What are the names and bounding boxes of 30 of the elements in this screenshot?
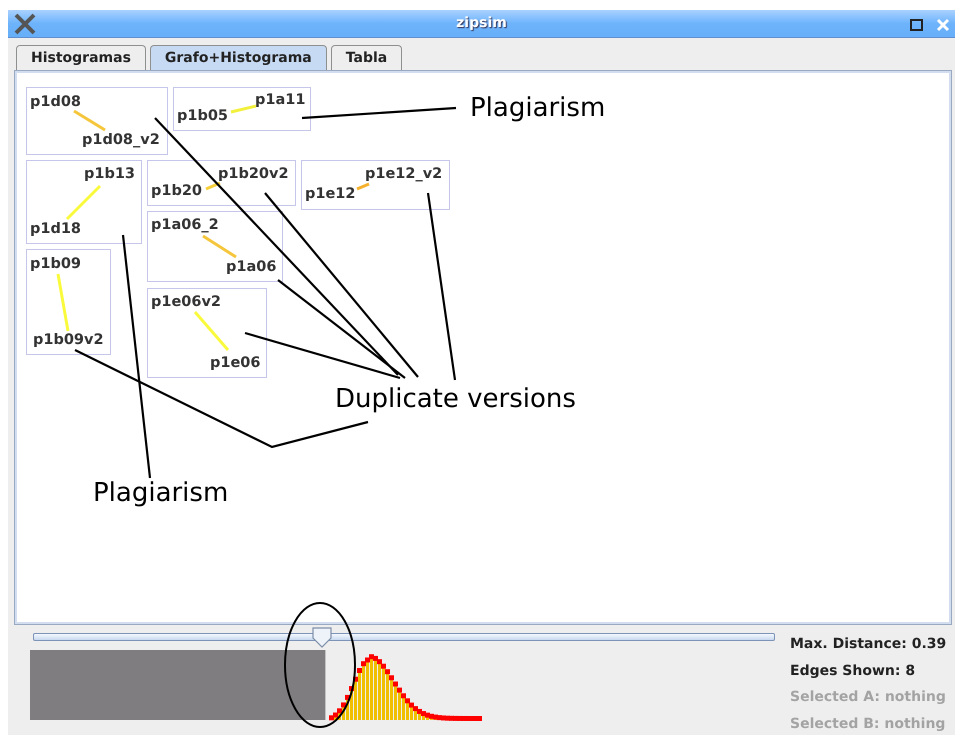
close-icon[interactable] [936,18,950,32]
node-label[interactable]: p1e06 [210,356,260,370]
node-label[interactable]: p1b05 [177,109,228,124]
tab[interactable]: Tabla [330,45,402,70]
annotation-label: Duplicate versions [335,386,576,412]
tab[interactable]: Grafo+Histograma [150,45,327,70]
node-label[interactable]: p1d08 [30,95,82,110]
status-text: Max. Distance: 0.39 [790,635,946,654]
annotation-label: Plagiarism [93,480,228,506]
maximize-icon[interactable] [910,19,923,31]
node-label[interactable]: p1d08_v2 [82,133,160,148]
status-text: Selected A: nothing [790,688,946,708]
node-label[interactable]: p1e12_v2 [365,167,442,182]
node-label[interactable]: p1b09v2 [33,333,104,348]
node-label[interactable]: p1b09 [30,257,82,272]
node-label[interactable]: p1b20v2 [218,167,289,182]
status-text: Edges Shown: 8 [790,662,916,681]
app-logo-icon [14,13,36,35]
window-title: zipsim [456,14,507,33]
annotation-label: Plagiarism [470,95,606,121]
node-label[interactable]: p1e12 [305,187,356,202]
node-label[interactable]: p1d18 [30,222,82,236]
status-text: Selected B: nothing [790,715,946,734]
node-label[interactable]: p1e06v2 [151,295,222,310]
node-label[interactable]: p1b13 [84,167,136,182]
tab[interactable]: Histogramas [16,45,146,70]
node-label[interactable]: p1a06 [226,260,276,274]
node-label[interactable]: p1a06_2 [151,218,219,232]
node-label[interactable]: p1b20 [151,184,202,198]
node-label[interactable]: p1a11 [255,93,306,108]
